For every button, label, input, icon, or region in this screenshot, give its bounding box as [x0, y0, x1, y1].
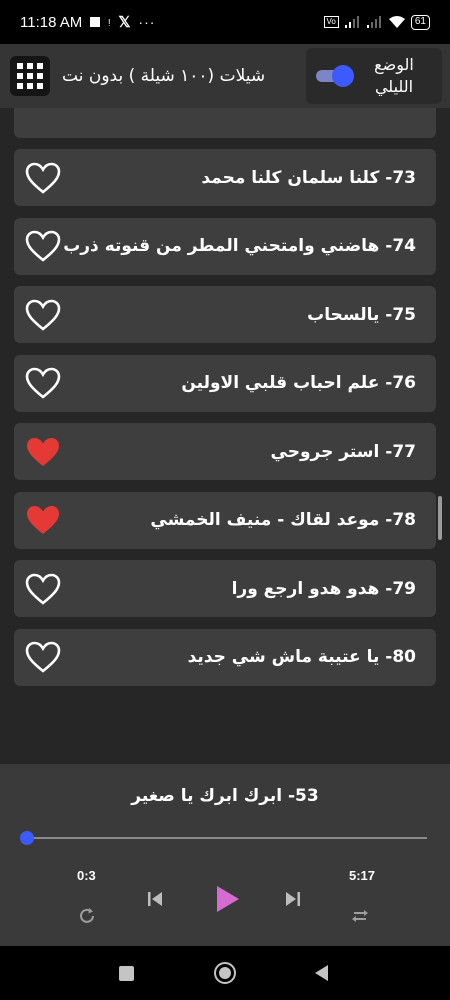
heart-icon[interactable]	[24, 435, 62, 469]
heart-icon[interactable]	[24, 640, 62, 674]
now-playing-title: 53- ابرك ابرك يا صغير	[131, 786, 319, 806]
list-item[interactable]: 80- يا عتيبة ماش شي جديد	[14, 628, 436, 686]
next-icon[interactable]	[278, 884, 308, 914]
wifi-icon	[388, 16, 405, 28]
heart-icon[interactable]	[24, 229, 62, 263]
current-time: 0:3	[77, 868, 96, 883]
song-title: 76- علم احباب قلبي الاولين	[181, 373, 416, 393]
heart-icon[interactable]	[24, 298, 62, 332]
signal-icon	[344, 16, 359, 28]
battery-indicator: 61	[410, 14, 430, 30]
list-item[interactable]: 73- كلنا سلمان كلنا محمد	[14, 149, 436, 206]
more-icon: ···	[138, 14, 156, 30]
progress-track[interactable]	[27, 837, 427, 839]
list-item[interactable]: 79- هدو هدو ارجع ورا	[14, 560, 436, 617]
progress-thumb[interactable]	[20, 831, 34, 845]
play-icon[interactable]	[208, 880, 246, 918]
heart-icon[interactable]	[24, 366, 62, 400]
home-icon[interactable]	[195, 946, 255, 1000]
previous-icon[interactable]	[140, 884, 170, 914]
list-item[interactable]	[14, 108, 436, 138]
list-item[interactable]: 75- يالسحاب	[14, 286, 436, 343]
back-icon[interactable]	[292, 946, 352, 1000]
heart-icon[interactable]	[24, 161, 62, 195]
app-title: شيلات (١٠٠ شيلة ) بدون نت	[62, 66, 266, 86]
volte-icon: Vo	[323, 16, 339, 28]
song-title: 77- استر جروحي	[270, 441, 416, 462]
recents-icon[interactable]	[96, 946, 156, 1000]
list-item[interactable]: 78- موعد لقاك - منيف الخمشي	[14, 491, 436, 549]
night-mode-label: الوضع الليلي	[374, 55, 414, 96]
status-bar: 11:18 AM ᵎ 𝕏 ··· Vo 61	[0, 0, 450, 44]
song-list[interactable]: 73- كلنا سلمان كلنا محمد 74- هاضني وامتحن…	[0, 108, 450, 764]
song-title: 75- يالسحاب	[307, 304, 416, 325]
shuffle-icon[interactable]	[347, 902, 375, 930]
night-mode-switch[interactable]: الوضع الليلي	[306, 48, 442, 104]
signal-icon	[366, 16, 381, 28]
player-panel: 53- ابرك ابرك يا صغير 0:3 5:17	[0, 764, 450, 946]
song-title: 79- هدو هدو ارجع ورا	[231, 578, 416, 599]
system-nav-bar	[0, 946, 450, 1000]
status-time: 11:18 AM	[20, 13, 83, 31]
heart-icon[interactable]	[24, 503, 62, 537]
app-bar: شيلات (١٠٠ شيلة ) بدون نت الوضع الليلي	[0, 44, 450, 108]
scrollbar[interactable]	[438, 496, 442, 540]
list-item[interactable]: 76- علم احباب قلبي الاولين	[14, 354, 436, 412]
list-item[interactable]: 77- استر جروحي	[14, 423, 436, 480]
x-icon: 𝕏	[118, 14, 131, 31]
night-mode-toggle[interactable]	[314, 65, 354, 87]
total-time: 5:17	[349, 868, 376, 883]
heart-icon[interactable]	[24, 572, 62, 606]
song-title: 80- يا عتيبة ماش شي جديد	[187, 647, 416, 667]
repeat-icon[interactable]	[73, 902, 101, 930]
stop-icon	[90, 17, 101, 27]
song-title: 74- هاضني وامتحني المطر من قنوته ذرب	[63, 236, 416, 256]
song-title: 78- موعد لقاك - منيف الخمشي	[150, 510, 416, 530]
song-title: 73- كلنا سلمان كلنا محمد	[201, 167, 416, 188]
grid-icon[interactable]	[10, 56, 50, 96]
mic-icon: ᵎ	[108, 14, 111, 30]
list-item[interactable]: 74- هاضني وامتحني المطر من قنوته ذرب	[14, 217, 436, 275]
